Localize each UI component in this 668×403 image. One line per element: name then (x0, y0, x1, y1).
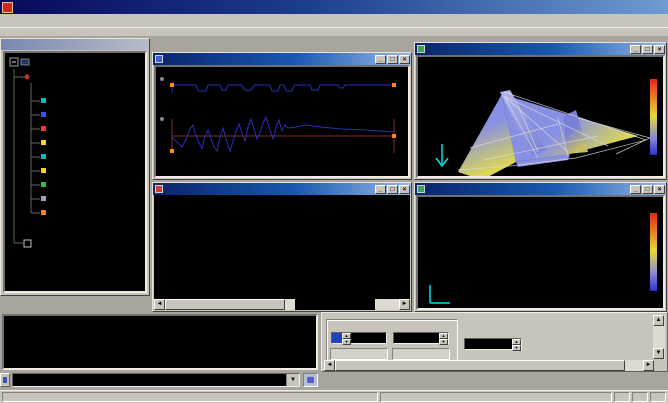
modes-window: _□× ◄ ► (152, 182, 412, 312)
modes-table (154, 195, 410, 299)
frf-plot-graphic (156, 67, 408, 176)
console-mode-button[interactable]: ▦ (303, 373, 318, 387)
scroll-right-icon[interactable]: ► (399, 299, 410, 310)
shape-colorbar (650, 79, 657, 155)
frf-window: _□× (152, 52, 412, 180)
cursor-control-panel: ▲▼ ▲▼ ▲▼ ▲ ▼ ◄ (321, 312, 668, 372)
modes-window-icon (155, 185, 163, 193)
modes-titlebar[interactable]: _□× (153, 183, 411, 195)
scroll-left-icon[interactable]: ◄ (154, 299, 165, 310)
close-icon[interactable]: × (654, 45, 665, 54)
shape-titlebar[interactable]: _□× (415, 43, 666, 55)
result-selector[interactable]: ▼ (12, 373, 300, 387)
mdi-workspace: _□× (0, 36, 668, 390)
maximize-icon[interactable]: □ (387, 55, 398, 64)
step-spinner[interactable]: ▲▼ (464, 338, 522, 350)
channel-select-group: ▲▼ ▲▼ (326, 319, 458, 365)
redacted-region (295, 299, 375, 310)
row-spinner[interactable]: ▲▼ (331, 332, 387, 344)
axis-corner-icon (426, 283, 456, 307)
spin-down-icon[interactable]: ▼ (439, 339, 448, 345)
app-icon (2, 2, 13, 13)
result-selector-value (13, 374, 286, 386)
scroll-down-icon[interactable]: ▼ (653, 348, 664, 359)
menubar (0, 14, 668, 27)
console-output[interactable] (2, 314, 318, 370)
status-cell (614, 392, 630, 402)
shape-window-icon (417, 45, 425, 53)
mac-titlebar[interactable]: _□× (415, 183, 666, 195)
scroll-right-icon[interactable]: ► (643, 360, 654, 371)
maximize-icon[interactable]: □ (387, 185, 398, 194)
col-spinner[interactable]: ▲▼ (393, 332, 449, 344)
close-icon[interactable]: × (654, 185, 665, 194)
frf-plot[interactable] (154, 65, 410, 178)
status-message (380, 392, 612, 402)
mac-colorbar (650, 213, 657, 291)
console-selector-row: ▼ ▦ (0, 373, 320, 387)
close-icon[interactable]: × (399, 185, 410, 194)
minimize-icon[interactable]: _ (375, 55, 386, 64)
step-value (465, 339, 512, 349)
frf-titlebar[interactable]: _□× (153, 53, 411, 65)
minimize-icon[interactable]: _ (375, 185, 386, 194)
status-cell (650, 392, 666, 402)
row-channel-field (330, 348, 388, 360)
tree-graphic (5, 53, 145, 291)
console-handle[interactable] (0, 373, 10, 387)
shape-view[interactable] (416, 55, 665, 178)
close-icon[interactable]: × (399, 55, 410, 64)
mac-window-icon (417, 185, 425, 193)
spin-down-icon[interactable]: ▼ (512, 345, 521, 351)
mac-window: _□× (414, 182, 667, 312)
panel-hscrollbar[interactable]: ◄ ► (324, 360, 654, 371)
modes-hscrollbar[interactable]: ◄ ► (154, 299, 410, 310)
maximize-icon[interactable]: □ (642, 185, 653, 194)
maximize-icon[interactable]: □ (642, 45, 653, 54)
col-channel-field (392, 348, 450, 360)
mac-view[interactable] (416, 195, 665, 310)
scroll-left-icon[interactable]: ◄ (324, 360, 335, 371)
minimize-icon[interactable]: _ (630, 185, 641, 194)
spin-down-icon[interactable]: ▼ (342, 339, 351, 345)
frf-window-icon (155, 55, 163, 63)
col-value (394, 333, 439, 343)
scroll-thumb[interactable] (165, 299, 285, 310)
scroll-up-icon[interactable]: ▲ (653, 315, 664, 326)
project-panel-titlebar[interactable] (1, 39, 149, 50)
project-tree[interactable] (3, 51, 147, 293)
aircraft-model (418, 72, 663, 176)
modes-table-header (154, 195, 410, 207)
scroll-thumb[interactable] (335, 360, 625, 371)
application-window: _□× (0, 0, 668, 403)
status-cell (632, 392, 648, 402)
statusbar (0, 390, 668, 403)
axis-arrow-icon (436, 144, 448, 166)
panel-vscrollbar[interactable]: ▲ ▼ (653, 315, 665, 359)
project-panel (0, 38, 150, 296)
minimize-icon[interactable]: _ (630, 45, 641, 54)
console-panel (0, 312, 320, 372)
shape-window: _□× (414, 42, 667, 180)
chevron-down-icon[interactable]: ▼ (286, 374, 299, 386)
titlebar[interactable] (0, 0, 668, 14)
row-value (332, 333, 342, 343)
status-ready (2, 392, 378, 402)
